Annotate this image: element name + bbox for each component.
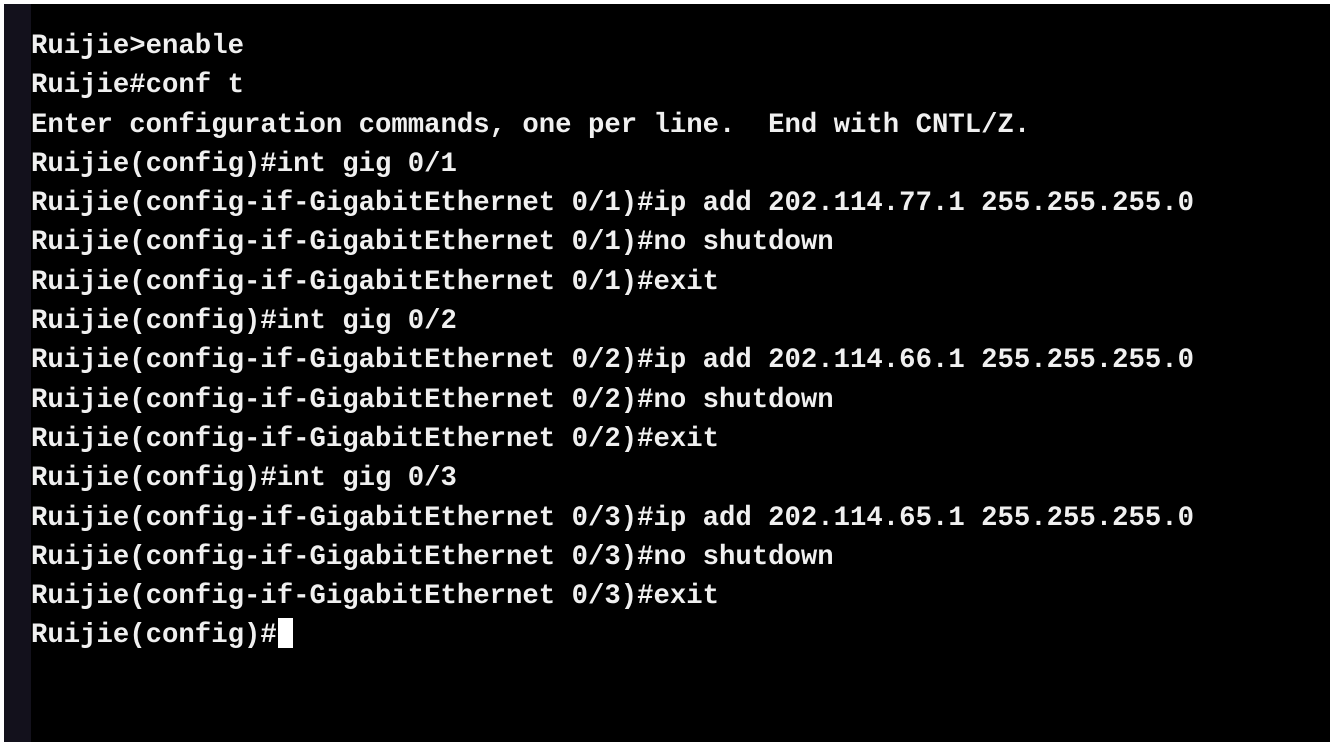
terminal-prompt: Ruijie(config)#: [31, 620, 277, 652]
terminal-line: Ruijie(config-if-GigabitEthernet 0/1)#ex…: [31, 266, 719, 298]
terminal-line: Enter configuration commands, one per li…: [31, 109, 1031, 141]
terminal-line: Ruijie(config)#int gig 0/1: [31, 148, 457, 180]
terminal-line: Ruijie(config-if-GigabitEthernet 0/3)#no…: [31, 541, 834, 573]
terminal-line: Ruijie(config-if-GigabitEthernet 0/3)#ip…: [31, 502, 1195, 534]
terminal-output[interactable]: Ruijie>enable Ruijie#conf t Enter config…: [31, 27, 1330, 656]
terminal-line: Ruijie(config-if-GigabitEthernet 0/2)#ip…: [31, 345, 1195, 377]
terminal-line: Ruijie(config)#int gig 0/3: [31, 463, 457, 495]
terminal-window[interactable]: Ruijie>enable Ruijie#conf t Enter config…: [4, 4, 1330, 742]
terminal-gutter: [4, 4, 31, 742]
terminal-line: Ruijie(config-if-GigabitEthernet 0/3)#ex…: [31, 581, 719, 613]
terminal-line: Ruijie(config-if-GigabitEthernet 0/2)#ex…: [31, 423, 719, 455]
terminal-line: Ruijie>enable: [31, 31, 244, 62]
terminal-prompt-line[interactable]: Ruijie(config)#: [31, 616, 1330, 655]
terminal-line: Ruijie(config-if-GigabitEthernet 0/1)#ip…: [31, 188, 1195, 220]
terminal-line: Ruijie(config-if-GigabitEthernet 0/2)#no…: [31, 384, 834, 416]
terminal-line: Ruijie(config-if-GigabitEthernet 0/1)#no…: [31, 227, 834, 259]
terminal-line: Ruijie(config)#int gig 0/2: [31, 306, 457, 338]
terminal-line: Ruijie#conf t: [31, 70, 244, 102]
text-cursor: [277, 618, 293, 649]
